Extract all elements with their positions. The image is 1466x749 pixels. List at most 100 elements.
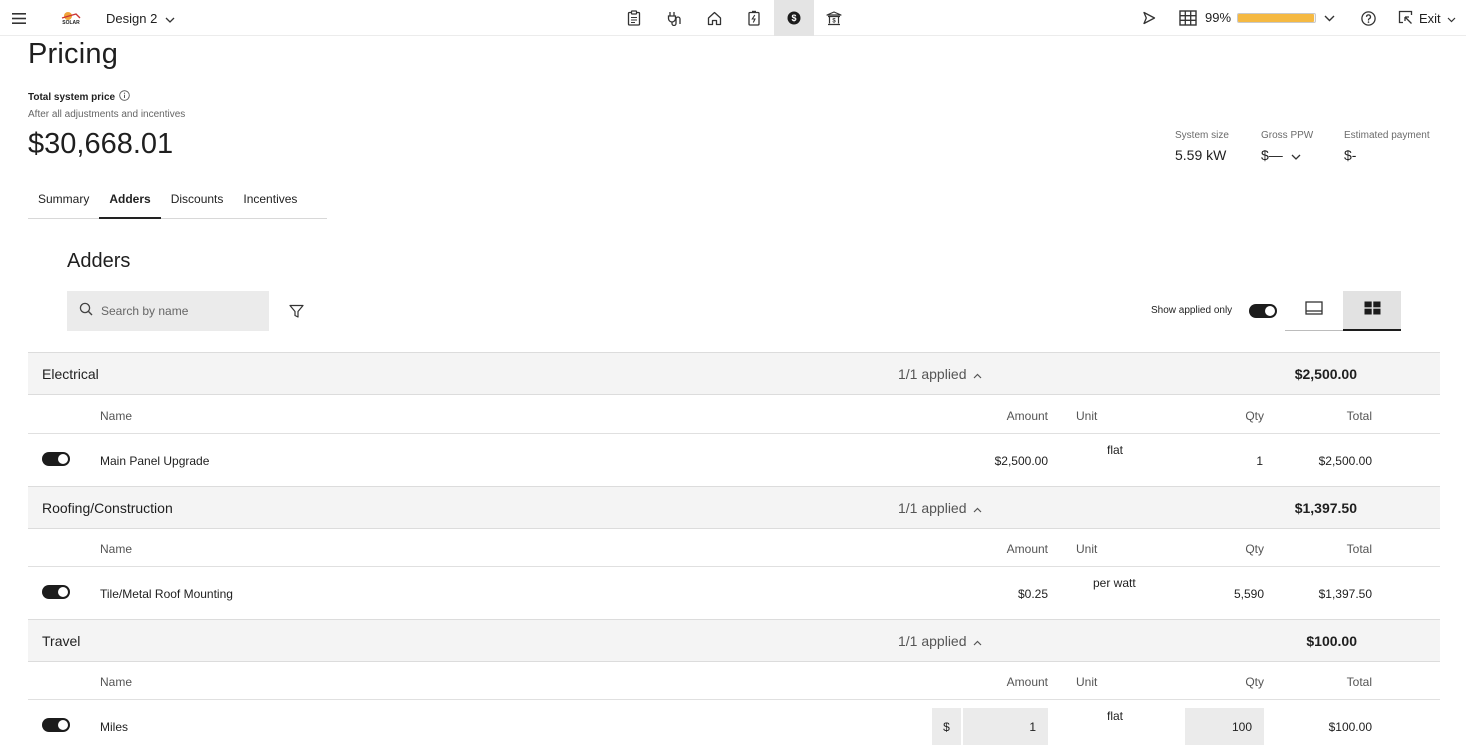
design-selector[interactable]: Design 2 xyxy=(106,7,175,29)
chevron-down-icon xyxy=(165,11,175,26)
battery-icon[interactable] xyxy=(734,0,774,36)
group-applied-count: 1/1 applied xyxy=(898,500,967,516)
gross-ppw-value: $— xyxy=(1261,147,1283,163)
system-size-stat: System size 5.59 kW xyxy=(1175,130,1229,163)
col-name: Name xyxy=(100,409,133,423)
svg-text:SOLAR: SOLAR xyxy=(62,20,80,26)
exit-button[interactable]: Exit xyxy=(1398,8,1456,28)
adder-name: Miles xyxy=(100,720,129,734)
col-amount: Amount xyxy=(1006,675,1048,689)
adder-total: $1,397.50 xyxy=(1318,587,1372,601)
qty-input[interactable]: 100 xyxy=(1185,708,1264,745)
solar-panel-icon[interactable] xyxy=(1178,8,1198,28)
group-name: Roofing/Construction xyxy=(42,500,173,516)
group-header-electrical: Electrical 1/1 applied $2,500.00 xyxy=(28,352,1440,395)
top-bar: SOLAR Design 2 $ $ 99% Exit xyxy=(0,0,1466,36)
tab-summary[interactable]: Summary xyxy=(28,184,99,219)
bank-icon[interactable]: $ xyxy=(814,0,854,36)
page-title: Pricing xyxy=(28,38,119,70)
search-icon xyxy=(79,302,93,321)
estimated-payment-value: $- xyxy=(1344,147,1357,163)
tab-discounts[interactable]: Discounts xyxy=(161,184,234,219)
col-amount: Amount xyxy=(1006,409,1048,423)
adder-name: Tile/Metal Roof Mounting xyxy=(100,587,233,601)
list-view-button[interactable] xyxy=(1285,291,1343,331)
group-applied-count: 1/1 applied xyxy=(898,633,967,649)
adder-enabled-toggle[interactable] xyxy=(42,585,70,599)
chevron-down-icon[interactable] xyxy=(1320,8,1338,28)
adder-total: $100.00 xyxy=(1328,720,1372,734)
dollar-icon[interactable]: $ xyxy=(774,0,814,36)
group-total: $100.00 xyxy=(1306,633,1357,649)
amount-input[interactable]: 1 xyxy=(963,708,1048,745)
offset-progress-bar xyxy=(1237,13,1316,23)
qty-input-value: 100 xyxy=(1231,719,1252,734)
offset-percent: 99% xyxy=(1205,10,1232,25)
design-name: Design 2 xyxy=(106,10,158,26)
list-view-icon xyxy=(1305,301,1323,320)
group-applied-toggle[interactable]: 1/1 applied xyxy=(898,500,982,516)
exit-label: Exit xyxy=(1419,10,1441,26)
col-qty: Qty xyxy=(1245,675,1264,689)
tab-adders[interactable]: Adders xyxy=(99,184,161,219)
table-row: Miles $ 1 flat 100 $100.00 xyxy=(28,701,1440,749)
group-applied-toggle[interactable]: 1/1 applied xyxy=(898,366,982,382)
filter-icon[interactable] xyxy=(286,301,306,321)
estimated-payment-label: Estimated payment xyxy=(1344,130,1430,141)
search-box[interactable] xyxy=(67,291,269,331)
group-name: Travel xyxy=(42,633,81,649)
adder-unit: flat xyxy=(1107,709,1124,723)
menu-icon[interactable] xyxy=(8,8,30,28)
gross-ppw-stat[interactable]: Gross PPW $— xyxy=(1261,130,1313,163)
adder-unit: per watt xyxy=(1093,576,1136,590)
adder-name: Main Panel Upgrade xyxy=(100,454,210,468)
currency-prefix: $ xyxy=(932,708,962,745)
col-name: Name xyxy=(100,542,133,556)
play-icon[interactable] xyxy=(1140,8,1158,28)
chevron-down-icon[interactable] xyxy=(1291,147,1301,163)
clipboard-icon[interactable] xyxy=(614,0,654,36)
group-header-travel: Travel 1/1 applied $100.00 xyxy=(28,619,1440,662)
tab-incentives[interactable]: Incentives xyxy=(233,184,307,219)
grid-view-button[interactable] xyxy=(1343,291,1401,331)
company-logo: SOLAR xyxy=(58,9,84,27)
chevron-up-icon xyxy=(973,633,982,649)
system-size-label: System size xyxy=(1175,130,1229,141)
total-price-label-text: Total system price xyxy=(28,91,116,103)
grid-view-icon xyxy=(1364,301,1381,320)
estimated-payment-stat: Estimated payment $- xyxy=(1344,130,1430,163)
adder-enabled-toggle[interactable] xyxy=(42,452,70,466)
adder-qty: 5,590 xyxy=(1233,587,1264,601)
table-row: Tile/Metal Roof Mounting $0.25 per watt … xyxy=(28,568,1440,619)
column-header-row: Name Amount Unit Qty Total xyxy=(28,662,1440,700)
total-price-value: $30,668.01 xyxy=(28,128,174,160)
chevron-down-icon xyxy=(1447,11,1456,26)
col-name: Name xyxy=(100,675,133,689)
adder-amount: $0.25 xyxy=(1017,587,1048,601)
house-icon[interactable] xyxy=(694,0,734,36)
search-input[interactable] xyxy=(101,304,261,318)
amount-input-value: 1 xyxy=(1029,719,1036,734)
col-total: Total xyxy=(1346,542,1372,556)
plug-icon[interactable] xyxy=(654,0,694,36)
chevron-up-icon xyxy=(973,366,982,382)
column-header-row: Name Amount Unit Qty Total xyxy=(28,529,1440,567)
svg-text:$: $ xyxy=(791,13,796,23)
adders-heading: Adders xyxy=(67,250,131,272)
gross-ppw-label: Gross PPW xyxy=(1261,130,1314,141)
group-header-roofing: Roofing/Construction 1/1 applied $1,397.… xyxy=(28,486,1440,529)
exit-icon xyxy=(1398,10,1413,27)
adder-qty: 1 xyxy=(1256,454,1263,468)
show-applied-toggle[interactable] xyxy=(1249,304,1277,318)
adder-enabled-toggle[interactable] xyxy=(42,718,70,732)
svg-text:$: $ xyxy=(832,18,836,24)
progress-fill xyxy=(1238,14,1315,22)
col-unit: Unit xyxy=(1076,675,1098,689)
col-qty: Qty xyxy=(1245,409,1264,423)
info-icon[interactable] xyxy=(119,90,130,104)
group-applied-toggle[interactable]: 1/1 applied xyxy=(898,633,982,649)
help-icon[interactable] xyxy=(1358,8,1378,28)
currency-symbol: $ xyxy=(943,719,950,734)
col-unit: Unit xyxy=(1076,409,1098,423)
group-total: $2,500.00 xyxy=(1294,366,1357,382)
